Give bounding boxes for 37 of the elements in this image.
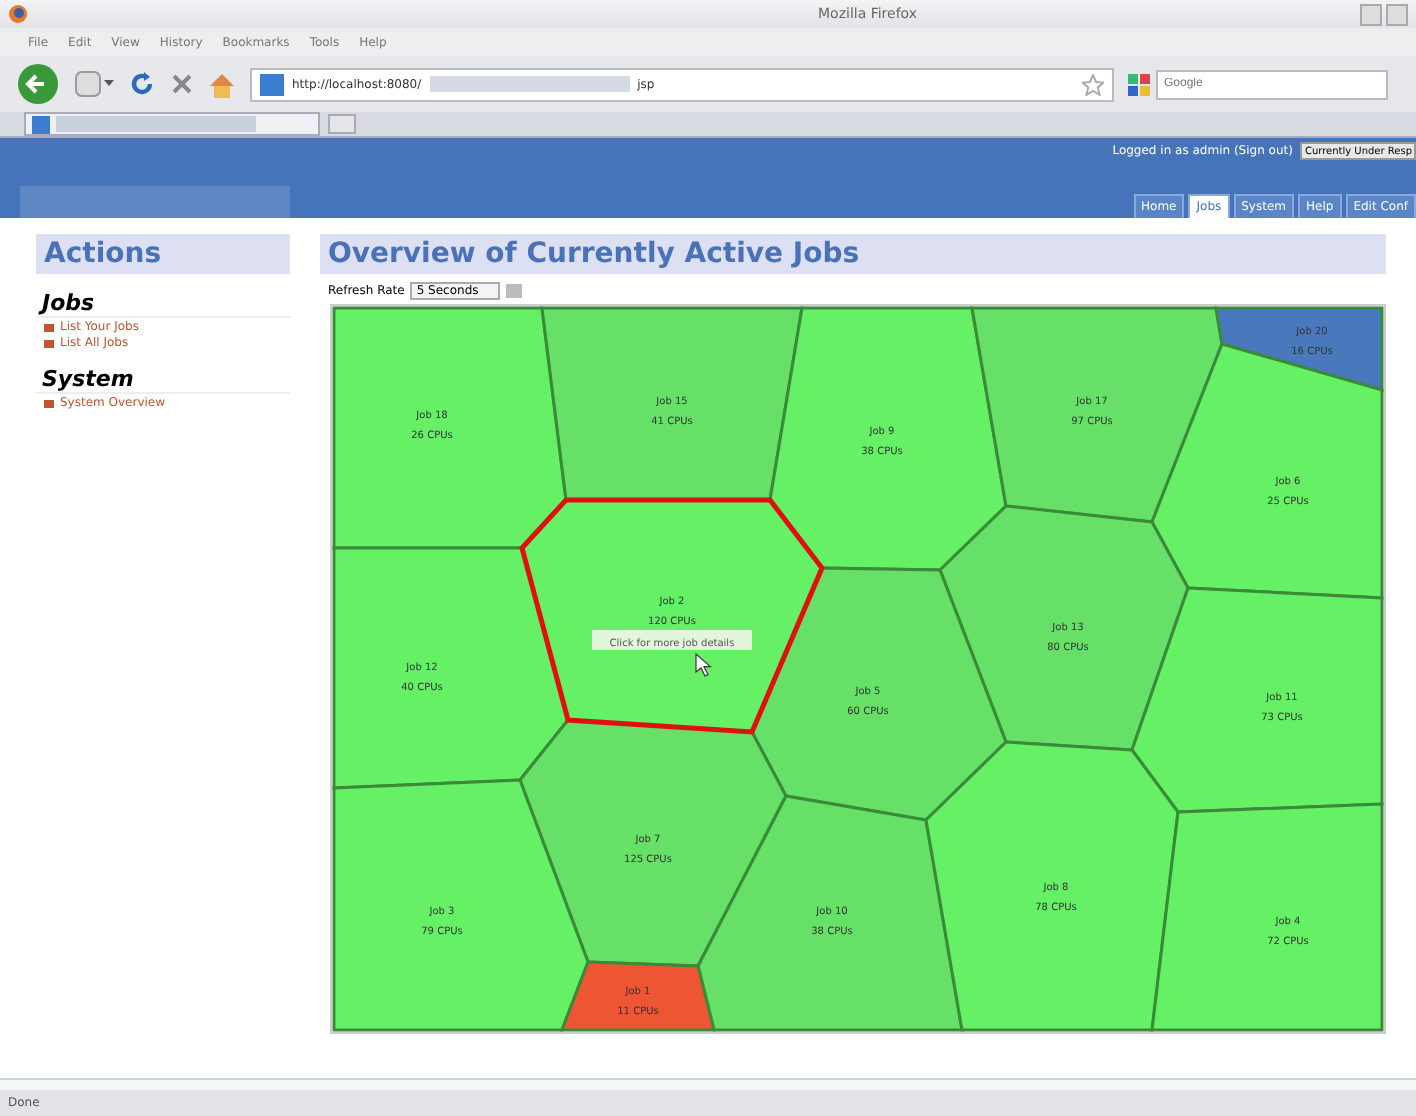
page-icon (32, 115, 50, 133)
job-cell[interactable] (938, 504, 1190, 752)
job-cell[interactable] (332, 306, 568, 550)
home-icon[interactable] (208, 71, 236, 97)
page-icon (260, 73, 284, 95)
page-heading: Overview of Currently Active Jobs (320, 234, 1386, 274)
star-icon[interactable] (1082, 73, 1104, 95)
search-engine-icon[interactable] (1128, 73, 1150, 95)
back-icon[interactable] (16, 62, 60, 106)
reload-icon[interactable] (128, 70, 156, 98)
job-cell[interactable] (750, 566, 1008, 822)
job-cell[interactable] (1150, 342, 1384, 600)
section-heading: System (36, 366, 290, 394)
job-cell[interactable] (332, 778, 590, 1032)
job-cell[interactable] (696, 794, 964, 1032)
sidebar-heading: Actions (36, 234, 290, 274)
browser-logo-icon (8, 4, 28, 24)
dropdown-button[interactable] (506, 284, 523, 298)
bullet-icon (44, 323, 54, 331)
close-button[interactable] (1386, 3, 1408, 25)
job-cell[interactable] (768, 306, 1008, 572)
stop-icon[interactable] (170, 72, 194, 96)
job-cell[interactable] (1130, 586, 1384, 814)
job-cell[interactable] (559, 960, 716, 1032)
mouse-pointer-icon (695, 652, 712, 677)
job-cell[interactable] (518, 718, 788, 968)
job-cell[interactable] (924, 740, 1180, 1032)
job-cell[interactable] (519, 497, 825, 735)
section-heading: Jobs (36, 290, 290, 318)
job-cell[interactable] (1214, 306, 1384, 392)
bullet-icon (44, 399, 54, 407)
bullet-icon (44, 339, 54, 347)
job-cell[interactable] (970, 306, 1224, 524)
new-tab-button[interactable] (328, 114, 356, 134)
minimize-button[interactable] (1360, 3, 1382, 25)
browser-tab[interactable] (24, 112, 320, 136)
job-cell[interactable] (1150, 802, 1384, 1032)
